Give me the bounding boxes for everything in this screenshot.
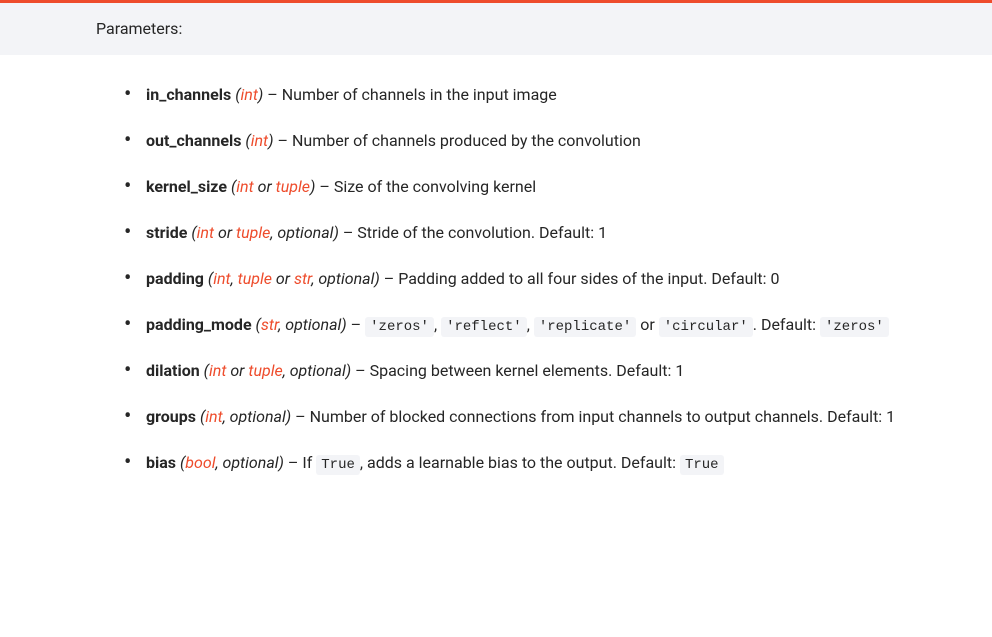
code-literal: True (680, 455, 724, 475)
param-desc: Stride of the convolution. Default: 1 (357, 223, 607, 242)
param-name: padding (146, 269, 204, 288)
param-desc: Padding added to all four sides of the i… (398, 269, 779, 288)
param-typespec: (str, optional) (256, 315, 347, 334)
type-link[interactable]: int (197, 223, 214, 242)
param-item: dilation (int or tuple, optional) – Spac… (124, 355, 936, 387)
param-item: groups (int, optional) – Number of block… (124, 401, 936, 433)
type-link[interactable]: str (294, 269, 311, 288)
param-desc: Spacing between kernel elements. Default… (370, 361, 685, 380)
param-desc: 'zeros', 'reflect', 'replicate' or 'circ… (365, 315, 889, 334)
params-header: Parameters: (0, 3, 992, 55)
code-literal: 'zeros' (820, 317, 889, 337)
param-typespec: (int, tuple or str, optional) (208, 269, 380, 288)
param-item: padding_mode (str, optional) – 'zeros', … (124, 309, 936, 341)
type-optional: optional (277, 223, 333, 242)
type-link[interactable]: int (213, 269, 230, 288)
type-link[interactable]: int (209, 361, 226, 380)
param-name: dilation (146, 361, 200, 380)
param-item: kernel_size (int or tuple) – Size of the… (124, 171, 936, 203)
code-literal: 'replicate' (534, 317, 636, 337)
param-desc: If True, adds a learnable bias to the ou… (302, 453, 723, 472)
param-name: out_channels (146, 131, 241, 150)
params-list-container: in_channels (int) – Number of channels i… (0, 55, 992, 517)
param-typespec: (int or tuple, optional) (191, 223, 339, 242)
param-typespec: (int or tuple) (231, 177, 315, 196)
code-literal: 'reflect' (441, 317, 527, 337)
type-link[interactable]: tuple (276, 177, 310, 196)
type-link[interactable]: int (241, 85, 258, 104)
param-name: stride (146, 223, 187, 242)
type-link[interactable]: tuple (236, 223, 270, 242)
param-desc: Size of the convolving kernel (334, 177, 536, 196)
param-item: stride (int or tuple, optional) – Stride… (124, 217, 936, 249)
type-optional: optional (285, 315, 341, 334)
code-literal: True (316, 455, 360, 475)
param-name: bias (146, 453, 176, 472)
type-link[interactable]: int (251, 131, 268, 150)
type-link[interactable]: str (261, 315, 278, 334)
param-typespec: (bool, optional) (180, 453, 284, 472)
param-name: groups (146, 407, 196, 426)
type-optional: optional (222, 453, 278, 472)
param-desc: Number of channels in the input image (282, 85, 557, 104)
param-typespec: (int or tuple, optional) (204, 361, 352, 380)
param-desc: Number of blocked connections from input… (310, 407, 896, 426)
type-link[interactable]: tuple (248, 361, 282, 380)
type-link[interactable]: tuple (238, 269, 272, 288)
param-typespec: (int, optional) (200, 407, 291, 426)
type-optional: optional (290, 361, 346, 380)
param-name: kernel_size (146, 177, 227, 196)
param-name: in_channels (146, 85, 231, 104)
param-name: padding_mode (146, 315, 252, 334)
param-typespec: (int) (235, 85, 263, 104)
param-item: bias (bool, optional) – If True, adds a … (124, 447, 936, 479)
param-item: padding (int, tuple or str, optional) – … (124, 263, 936, 295)
type-optional: optional (318, 269, 374, 288)
type-link[interactable]: int (205, 407, 222, 426)
param-typespec: (int) (245, 131, 273, 150)
params-list: in_channels (int) – Number of channels i… (96, 79, 936, 479)
param-item: out_channels (int) – Number of channels … (124, 125, 936, 157)
param-desc: Number of channels produced by the convo… (292, 131, 641, 150)
type-link[interactable]: int (236, 177, 253, 196)
code-literal: 'zeros' (365, 317, 434, 337)
type-optional: optional (230, 407, 286, 426)
type-link[interactable]: bool (185, 453, 215, 472)
param-item: in_channels (int) – Number of channels i… (124, 79, 936, 111)
params-header-title: Parameters: (96, 19, 182, 38)
code-literal: 'circular' (659, 317, 753, 337)
